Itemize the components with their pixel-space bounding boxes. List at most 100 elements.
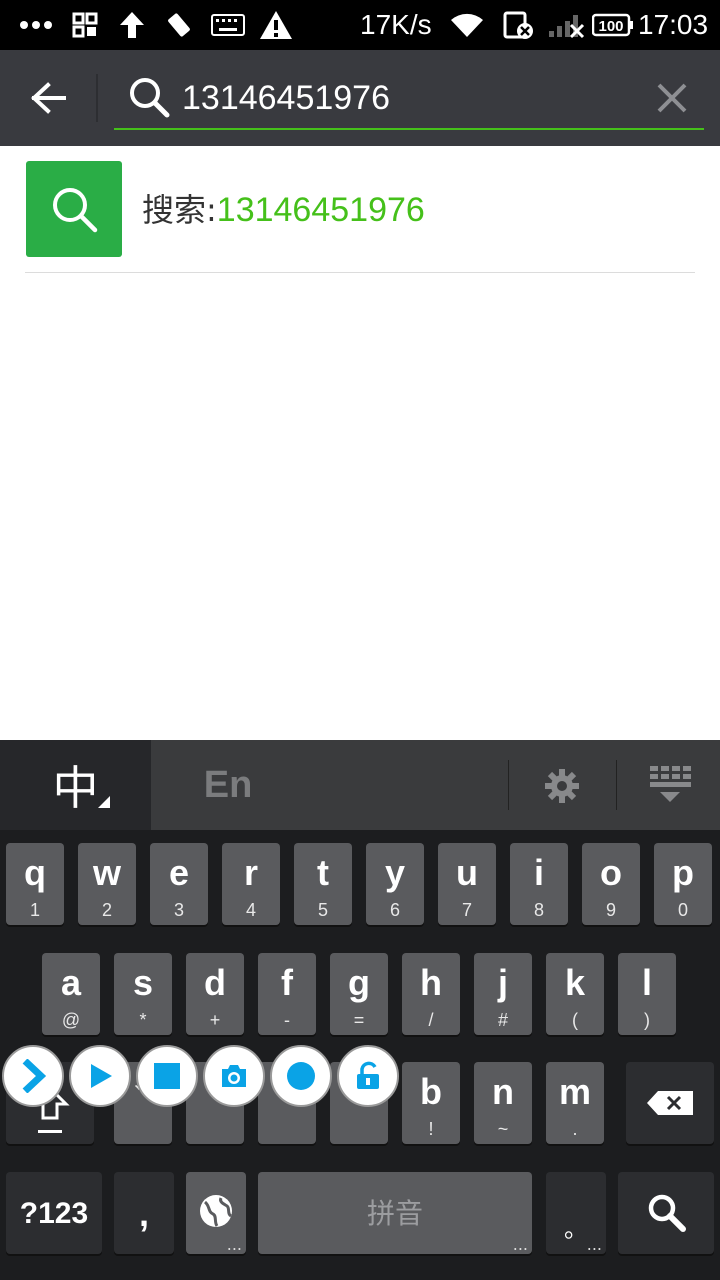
key-sublabel: 9 [605,900,616,920]
key-label: u [456,852,478,893]
expand-toolbar-button[interactable] [2,1045,64,1107]
stop-icon [154,1063,180,1089]
key-label: e [168,852,190,893]
header-divider [96,74,98,122]
key-sublabel: = [353,1010,365,1030]
hide-keyboard-button[interactable] [646,762,694,810]
key-d[interactable]: d + [186,953,244,1035]
key-label: q [24,852,46,893]
search-icon [648,1194,686,1232]
key-label: y [384,852,406,893]
toolbar-separator [508,760,509,810]
back-arrow-icon [31,82,66,114]
search-header: 13146451976 [0,50,720,146]
key-sublabel: ! [428,1119,434,1139]
result-prefix: 搜索: [142,191,217,229]
period-key[interactable]: 。 ... [546,1172,606,1254]
globe-icon [200,1195,232,1227]
key-q[interactable]: q1 [6,843,64,925]
play-button[interactable] [69,1045,131,1107]
key-s[interactable]: s * [114,953,172,1035]
language-key[interactable]: ... [186,1172,246,1254]
record-button[interactable] [270,1045,332,1107]
chevron-right-icon [22,1059,47,1093]
key-r[interactable]: r4 [222,843,280,925]
key-k[interactable]: k( [546,953,604,1035]
key-sublabel: . [572,1119,578,1139]
key-sublabel: 4 [245,900,256,920]
tab-chinese-label: 中 [52,761,99,815]
back-button[interactable] [18,70,78,126]
key-label: f [281,962,293,1003]
key-m[interactable]: m. [546,1062,604,1144]
key-ellipsis: ... [586,1235,602,1254]
key-j[interactable]: j # [474,953,532,1035]
key-sublabel: / [428,1010,434,1030]
key-sublabel: ( [572,1010,578,1030]
upload-arrow-icon [116,8,148,42]
tab-chinese[interactable]: 中 [0,740,151,830]
search-result-item[interactable]: 搜索:13146451976 [0,146,720,274]
gear-icon [545,769,579,803]
space-key-label: 拼音 [366,1197,423,1230]
clock: 17:03 [638,9,709,40]
symbols-key[interactable]: ?123 [6,1172,102,1254]
stop-button[interactable] [136,1045,198,1107]
key-o[interactable]: o9 [582,843,640,925]
clear-button[interactable] [650,76,694,120]
key-p[interactable]: p0 [654,843,712,925]
key-sublabel: 3 [173,900,184,920]
key-label: t [317,852,329,893]
key-l[interactable]: l) [618,953,676,1035]
key-sublabel: 1 [29,900,40,920]
key-sublabel: + [209,1010,221,1030]
toolbar-separator [616,760,617,810]
key-h[interactable]: h / [402,953,460,1035]
key-ellipsis: ... [512,1235,528,1254]
shift-indicator [38,1130,62,1133]
backspace-key[interactable] [626,1062,714,1144]
network-speed: 17K/s [360,9,432,40]
key-g[interactable]: g = [330,953,388,1035]
key-b[interactable]: b! [402,1062,460,1144]
key-label: b [420,1071,442,1112]
key-sublabel: 2 [101,900,112,920]
key-label: d [204,962,226,1003]
key-e[interactable]: e3 [150,843,208,925]
key-sublabel: 5 [317,900,328,920]
screenshot-button[interactable] [203,1045,265,1107]
space-key[interactable]: 拼音 ... [258,1172,532,1254]
key-w[interactable]: w2 [78,843,136,925]
comma-key-label: , [138,1193,149,1234]
record-icon [287,1062,315,1090]
key-y[interactable]: y6 [366,843,424,925]
tab-english[interactable]: En [168,740,288,830]
key-n[interactable]: n ~ [474,1062,532,1144]
key-label: h [420,962,442,1003]
keyboard-icon [210,8,246,42]
search-key[interactable] [618,1172,714,1254]
key-label: k [564,962,586,1003]
battery-icon: 100 [592,8,634,42]
key-label: o [600,852,622,893]
key-u[interactable]: u7 [438,843,496,925]
key-sublabel: ) [644,1010,650,1030]
unlock-button[interactable] [337,1045,399,1107]
search-icon [128,76,170,118]
key-t[interactable]: t5 [294,843,352,925]
comma-key[interactable]: , [114,1172,174,1254]
unlock-icon [357,1061,379,1089]
key-a[interactable]: a @ [42,953,100,1035]
key-label: l [641,962,652,1003]
sim-blocked-icon [498,8,536,42]
key-f[interactable]: f- [258,953,316,1035]
key-label: s [132,962,154,1003]
key-sublabel: 7 [461,900,472,920]
result-query: 13146451976 [216,191,425,229]
search-query[interactable]: 13146451976 [182,76,390,120]
camera-icon [222,1065,246,1087]
key-i[interactable]: i8 [510,843,568,925]
keyboard-settings-button[interactable] [540,764,584,808]
key-label: g [348,962,370,1003]
search-icon [53,188,98,233]
